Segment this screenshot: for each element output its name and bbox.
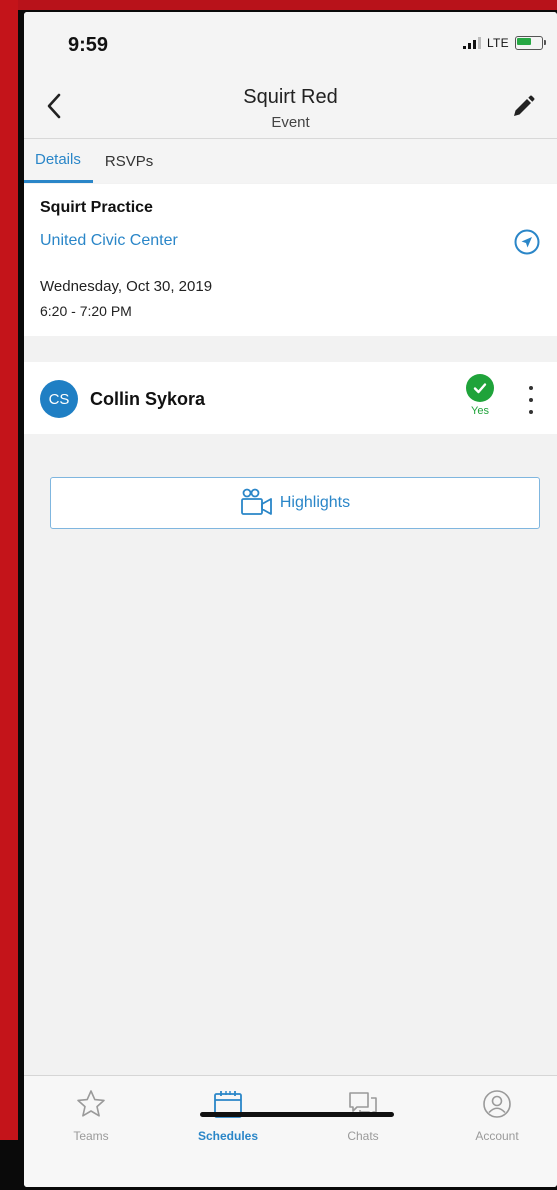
highlights-label: Highlights <box>279 494 351 511</box>
pencil-icon <box>514 95 535 116</box>
page-subtitle: Event <box>271 114 310 131</box>
rsvp-status-label: Yes <box>471 405 489 417</box>
status-time: 9:59 <box>68 34 109 56</box>
tab-rsvps[interactable]: RSVPs <box>93 139 165 183</box>
edit-button[interactable] <box>507 90 539 124</box>
battery-icon <box>515 36 546 50</box>
event-date: Wednesday, Oct 30, 2019 <box>40 278 213 295</box>
navigation-header: Squirt Red Event <box>24 74 557 139</box>
signal-icon <box>462 37 481 49</box>
event-location-link[interactable]: United Civic Center <box>40 232 178 250</box>
event-name: Squirt Practice <box>40 199 153 216</box>
check-icon <box>466 374 494 402</box>
bottom-tab-bar: Teams Schedules Chats Account <box>24 1075 557 1187</box>
tab-details[interactable]: Details <box>24 139 93 183</box>
event-details-card: Squirt Practice United Civic Center Wedn… <box>24 184 557 336</box>
home-indicator[interactable] <box>200 1112 394 1117</box>
more-options-button[interactable] <box>525 386 537 414</box>
kebab-dot-icon <box>529 410 533 414</box>
tab-bar-top: Details RSVPs <box>24 139 557 183</box>
person-name: Collin Sykora <box>90 389 206 409</box>
page-title: Squirt Red <box>243 86 338 108</box>
video-camera-icon <box>240 488 272 515</box>
tabbar-label-schedules: Schedules <box>197 1129 259 1143</box>
status-indicators: LTE <box>462 36 546 50</box>
network-label: LTE <box>486 36 509 50</box>
status-bar: 9:59 LTE <box>24 12 557 74</box>
avatar: CS <box>40 380 78 418</box>
tabbar-label-teams: Teams <box>73 1129 109 1143</box>
phone-screen: 9:59 LTE Squirt Red Event Details RSVPs <box>24 12 557 1187</box>
backdrop-top <box>0 0 557 10</box>
navigation-arrow-icon[interactable] <box>513 228 541 256</box>
rsvp-row: CS Collin Sykora Yes <box>24 362 557 434</box>
kebab-dot-icon <box>529 398 533 402</box>
backdrop-left <box>0 0 18 1140</box>
event-time: 6:20 - 7:20 PM <box>40 303 132 319</box>
rsvp-status-button[interactable]: Yes <box>464 374 496 417</box>
tabbar-label-chats: Chats <box>347 1129 379 1143</box>
tabbar-item-account[interactable]: Account <box>447 1088 547 1143</box>
tabbar-item-teams[interactable]: Teams <box>41 1088 141 1143</box>
highlights-button[interactable]: Highlights <box>50 477 540 529</box>
account-icon <box>483 1090 511 1118</box>
tabbar-label-account: Account <box>475 1129 519 1143</box>
star-icon <box>77 1090 105 1117</box>
kebab-dot-icon <box>529 386 533 390</box>
